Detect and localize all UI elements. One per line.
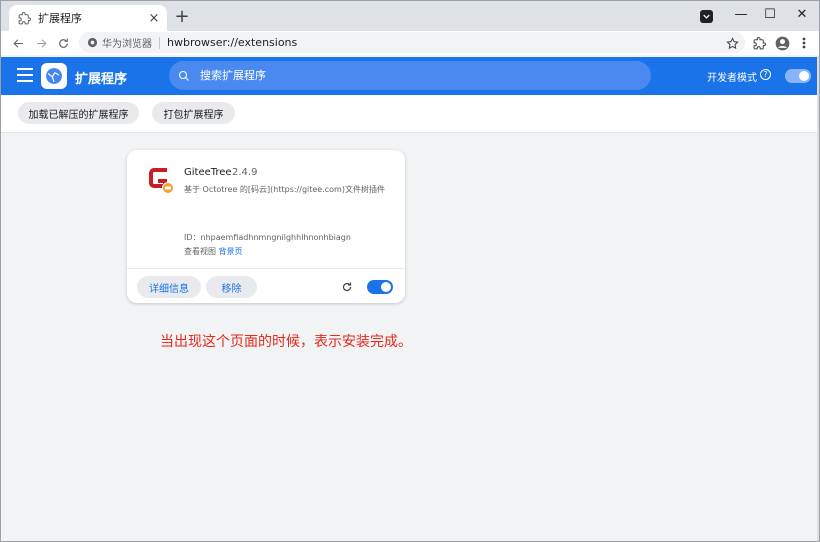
extensions-menu-button[interactable] [749, 33, 769, 53]
extension-id: ID：nhpaemfiadhnmngnilghhlhnonhbiagn [184, 233, 351, 242]
site-label: 华为浏览器 [102, 39, 152, 50]
pack-extension-button[interactable]: 打包扩展程序 [152, 102, 235, 124]
maximize-button[interactable]: ☐ [757, 3, 783, 25]
load-unpacked-button[interactable]: 加载已解压的扩展程序 [18, 102, 139, 124]
install-complete-notice: 当出现这个页面的时候，表示安装完成。 [160, 334, 412, 350]
puzzle-icon [753, 36, 766, 49]
tab-search-button[interactable] [700, 10, 713, 23]
browser-toolbar: 华为浏览器 hwbrowser://extensions [1, 31, 819, 55]
forward-arrow-icon [36, 38, 47, 48]
tab-strip: 扩展程序 × + — ☐ ✕ [1, 1, 819, 31]
minimize-button[interactable]: — [728, 3, 754, 25]
back-arrow-icon [12, 38, 23, 48]
gitee-logo-icon [145, 164, 177, 196]
extensions-logo [41, 63, 67, 89]
separator [159, 36, 160, 49]
reload-icon [58, 38, 68, 48]
bookmark-star-icon[interactable] [726, 35, 739, 54]
extensions-header: 扩展程序 开发者模式 ? [1, 57, 819, 95]
extension-card: GiteeTree 2.4.9 基于 Octotree 的[码云](https:… [127, 150, 405, 303]
back-button[interactable] [8, 33, 28, 53]
address-bar[interactable]: 华为浏览器 hwbrowser://extensions [79, 32, 745, 53]
inspect-views-label: 查看视图 [184, 247, 216, 256]
page-title: 扩展程序 [75, 72, 128, 87]
extension-version: 2.4.9 [232, 167, 258, 178]
details-button[interactable]: 详细信息 [137, 276, 201, 298]
developer-mode-label: 开发者模式 [707, 73, 757, 84]
chevron-down-icon [703, 14, 710, 19]
tab-extensions[interactable]: 扩展程序 × [9, 5, 167, 31]
avatar-icon [775, 36, 789, 50]
globe-icon [46, 68, 62, 84]
forward-button[interactable] [31, 33, 51, 53]
close-icon[interactable]: × [147, 11, 161, 26]
help-icon[interactable]: ? [760, 69, 771, 80]
developer-toolbar: 加载已解压的扩展程序 打包扩展程序 [1, 95, 819, 133]
site-info-icon[interactable] [87, 37, 98, 48]
background-page-link[interactable]: 背景页 [219, 247, 243, 256]
developer-mode-toggle[interactable] [785, 69, 811, 83]
puzzle-icon [17, 11, 31, 25]
search-input[interactable] [198, 68, 618, 83]
profile-button[interactable] [772, 33, 792, 53]
close-window-button[interactable]: ✕ [789, 3, 815, 25]
inspect-views: 查看视图 背景页 [184, 246, 243, 257]
search-icon [178, 70, 189, 81]
search-bar[interactable] [169, 61, 651, 90]
scrollbar[interactable] [817, 57, 819, 541]
extension-description: 基于 Octotree 的[码云](https://gitee.com)文件树插… [184, 185, 385, 194]
tab-title: 扩展程序 [38, 12, 82, 25]
extension-name: GiteeTree [184, 167, 232, 178]
reload-extension-button[interactable] [339, 279, 355, 295]
divider [127, 268, 405, 269]
reload-button[interactable] [53, 33, 73, 53]
extension-enable-toggle[interactable] [367, 280, 393, 294]
menu-icon[interactable] [17, 68, 33, 82]
reload-icon [342, 282, 352, 292]
remove-button[interactable]: 移除 [206, 276, 257, 298]
url-text[interactable]: hwbrowser://extensions [167, 36, 297, 49]
new-tab-button[interactable]: + [173, 6, 191, 27]
more-vertical-icon [802, 37, 806, 49]
browser-menu-button[interactable] [794, 33, 814, 53]
